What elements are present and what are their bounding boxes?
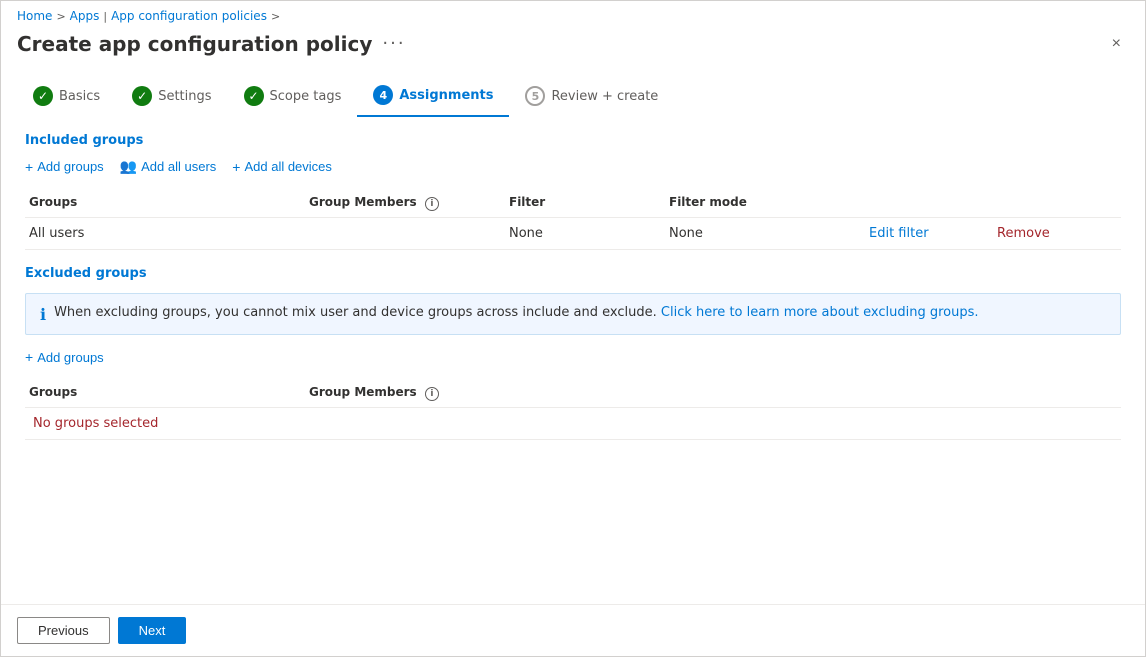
add-excluded-label: Add groups	[37, 350, 104, 365]
main-window: Home > Apps | App configuration policies…	[0, 0, 1146, 657]
breadcrumb-home[interactable]: Home	[17, 9, 52, 23]
breadcrumb-sep1: >	[56, 10, 65, 23]
col-header-filter-mode: Filter mode	[665, 195, 865, 211]
step-assignments-label: Assignments	[399, 88, 493, 103]
content-area: Included groups + Add groups 👥 Add all u…	[1, 117, 1145, 604]
add-all-devices-button[interactable]: + Add all devices	[232, 157, 332, 177]
add-groups-icon: +	[25, 159, 33, 175]
breadcrumb-sep-pipe: |	[103, 10, 107, 23]
col-header-filter: Filter	[505, 195, 665, 211]
included-actions-bar: + Add groups 👥 Add all users + Add all d…	[25, 156, 1121, 177]
no-groups-text: No groups selected	[29, 408, 162, 439]
info-icon: ℹ	[40, 305, 46, 324]
row-filter: None	[505, 226, 665, 241]
included-table-header: Groups Group Members i Filter Filter mod…	[25, 189, 1121, 218]
step-review-create-label: Review + create	[551, 89, 658, 104]
step-settings-circle: ✓	[132, 86, 152, 106]
exclusion-info-box: ℹ When excluding groups, you cannot mix …	[25, 293, 1121, 335]
step-assignments-circle: 4	[373, 85, 393, 105]
add-excluded-icon: +	[25, 349, 33, 365]
step-review-create[interactable]: 5 Review + create	[509, 78, 674, 116]
add-groups-label: Add groups	[37, 159, 104, 174]
step-basics-circle: ✓	[33, 86, 53, 106]
step-basics-label: Basics	[59, 89, 100, 104]
excl-group-members-info-icon[interactable]: i	[425, 387, 439, 401]
step-basics[interactable]: ✓ Basics	[17, 78, 116, 116]
edit-filter-link[interactable]: Edit filter	[865, 226, 993, 241]
included-groups-table: Groups Group Members i Filter Filter mod…	[25, 189, 1121, 250]
table-row: All users None None Edit filter Remove	[25, 218, 1121, 250]
breadcrumb-section[interactable]: App configuration policies	[111, 9, 267, 23]
col-header-remove	[993, 195, 1121, 211]
excluded-groups-table: Groups Group Members i No groups selecte…	[25, 379, 1121, 440]
breadcrumb-sep2: >	[271, 10, 280, 23]
previous-button[interactable]: Previous	[17, 617, 110, 644]
add-groups-button[interactable]: + Add groups	[25, 157, 104, 177]
remove-link[interactable]: Remove	[993, 226, 1121, 241]
add-all-users-button[interactable]: 👥 Add all users	[120, 156, 217, 177]
col-header-group-members: Group Members i	[305, 195, 505, 211]
next-button[interactable]: Next	[118, 617, 187, 644]
wizard-steps: ✓ Basics ✓ Settings ✓ Scope tags 4 Assig…	[1, 69, 1145, 117]
title-bar: Create app configuration policy ··· ×	[1, 27, 1145, 69]
breadcrumb: Home > Apps | App configuration policies…	[1, 1, 1145, 27]
step-scope-tags-circle: ✓	[244, 86, 264, 106]
step-scope-tags[interactable]: ✓ Scope tags	[228, 78, 358, 116]
excluded-actions-bar: + Add groups	[25, 347, 1121, 367]
more-options-icon[interactable]: ···	[382, 35, 405, 53]
group-members-info-icon[interactable]: i	[425, 197, 439, 211]
step-review-create-circle: 5	[525, 86, 545, 106]
excluded-groups-title: Excluded groups	[25, 266, 1121, 281]
add-all-devices-label: Add all devices	[244, 159, 331, 174]
learn-more-link[interactable]: Click here to learn more about excluding…	[661, 305, 979, 320]
close-button[interactable]: ×	[1104, 31, 1129, 57]
step-settings[interactable]: ✓ Settings	[116, 78, 227, 116]
excl-col-header-groups: Groups	[25, 385, 305, 401]
excluded-table-header: Groups Group Members i	[25, 379, 1121, 408]
step-assignments[interactable]: 4 Assignments	[357, 77, 509, 117]
excl-col-header-group-members: Group Members i	[305, 385, 505, 401]
add-excluded-groups-button[interactable]: + Add groups	[25, 347, 104, 367]
footer: Previous Next	[1, 604, 1145, 656]
step-settings-label: Settings	[158, 89, 211, 104]
no-groups-row: No groups selected	[25, 408, 1121, 440]
included-groups-title: Included groups	[25, 133, 1121, 148]
add-all-devices-icon: +	[232, 159, 240, 175]
excluded-groups-section: Excluded groups ℹ When excluding groups,…	[25, 266, 1121, 440]
add-all-users-label: Add all users	[141, 159, 216, 174]
col-header-groups: Groups	[25, 195, 305, 211]
info-message-text: When excluding groups, you cannot mix us…	[54, 304, 978, 322]
row-filter-mode: None	[665, 226, 865, 241]
page-title: Create app configuration policy	[17, 32, 372, 56]
step-scope-tags-label: Scope tags	[270, 89, 342, 104]
add-all-users-icon: 👥	[120, 158, 137, 175]
col-header-edit	[865, 195, 993, 211]
row-group-name: All users	[25, 226, 305, 241]
breadcrumb-apps[interactable]: Apps	[70, 9, 100, 23]
